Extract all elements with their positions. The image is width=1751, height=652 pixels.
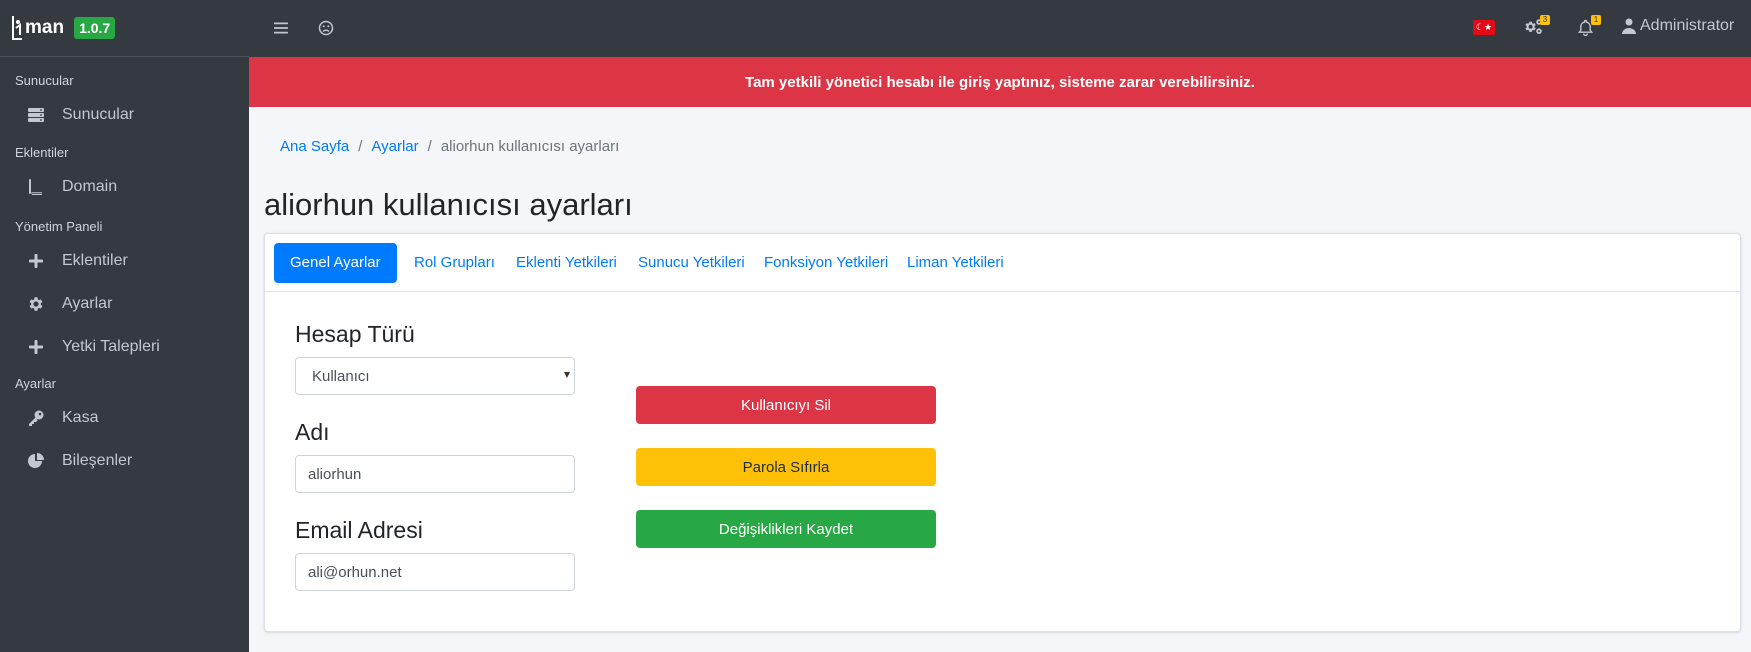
name-value: aliorhun	[308, 465, 362, 483]
sidebar-item-sunucular[interactable]: Sunucular	[0, 93, 249, 136]
breadcrumb-separator: /	[358, 138, 363, 155]
book-icon	[26, 177, 46, 197]
user-settings-card: Genel Ayarlar Rol Grupları Eklenti Yetki…	[264, 233, 1741, 632]
email-value: ali@orhun.net	[308, 563, 402, 581]
sidebar-item-label: Kasa	[62, 408, 99, 426]
breadcrumb-home-link[interactable]: Ana Sayfa	[280, 138, 349, 155]
tab-rol-gruplari[interactable]: Rol Grupları	[398, 243, 511, 283]
name-input[interactable]: aliorhun	[295, 455, 575, 493]
chevron-down-icon	[564, 372, 570, 378]
liman-logo-icon	[12, 16, 22, 40]
logo-text: man	[25, 17, 65, 38]
alert-text: Tam yetkili yönetici hesabı ile giriş ya…	[745, 73, 1255, 91]
server-icon	[26, 105, 46, 125]
sidebar-item-label: Yetki Talepleri	[62, 337, 160, 355]
nav-header-yonetim-paneli: Yönetim Paneli	[15, 219, 103, 234]
tab-genel-ayarlar[interactable]: Genel Ayarlar	[274, 243, 397, 283]
breadcrumb-settings-link[interactable]: Ayarlar	[371, 138, 418, 155]
notification-count-badge: 1	[1591, 15, 1601, 25]
account-type-label: Hesap Türü	[295, 321, 415, 347]
sidebar-item-eklentiler[interactable]: Eklentiler	[0, 239, 249, 282]
account-type-value: Kullanıcı	[312, 367, 370, 385]
brand[interactable]: man 1.0.7	[0, 0, 249, 57]
hamburger-menu-icon[interactable]	[271, 18, 291, 38]
liman-logo[interactable]: man	[10, 13, 64, 43]
sad-face-icon[interactable]	[316, 18, 336, 38]
email-input[interactable]: ali@orhun.net	[295, 553, 575, 591]
user-menu[interactable]: Administrator	[1622, 17, 1734, 35]
name-label: Adı	[295, 419, 330, 445]
breadcrumb-separator: /	[427, 138, 432, 155]
nav-header-sunucular: Sunucular	[15, 73, 74, 88]
email-label: Email Adresi	[295, 517, 423, 543]
sidebar-item-kasa[interactable]: Kasa	[0, 396, 249, 439]
sidebar-item-domain[interactable]: Domain	[0, 165, 249, 208]
save-changes-button[interactable]: Değişiklikleri Kaydet	[636, 510, 936, 548]
version-badge: 1.0.7	[74, 17, 116, 39]
sidebar-item-bilesenler[interactable]: Bileşenler	[0, 439, 249, 482]
tab-fonksiyon-yetkileri[interactable]: Fonksiyon Yetkileri	[748, 243, 904, 283]
tab-liman-yetkileri[interactable]: Liman Yetkileri	[891, 243, 1020, 283]
sidebar-item-yetki-talepleri[interactable]: Yetki Talepleri	[0, 325, 249, 368]
settings-gears-icon[interactable]: 3	[1524, 15, 1550, 37]
top-navbar: ☾★ 3 1 Administrator	[249, 0, 1751, 57]
sidebar-item-label: Eklentiler	[62, 251, 128, 269]
gear-icon	[26, 294, 46, 314]
admin-warning-alert: Tam yetkili yönetici hesabı ile giriş ya…	[249, 57, 1751, 107]
tab-bar: Genel Ayarlar Rol Grupları Eklenti Yetki…	[265, 234, 1740, 292]
breadcrumb: Ana Sayfa / Ayarlar / aliorhun kullanıcı…	[280, 138, 619, 155]
breadcrumb-current: aliorhun kullanıcısı ayarları	[440, 138, 620, 155]
reset-password-button[interactable]: Parola Sıfırla	[636, 448, 936, 486]
plus-icon	[26, 251, 46, 271]
sidebar-item-label: Domain	[62, 177, 118, 195]
sidebar: man 1.0.7 Sunucular Sunucular Eklentiler…	[0, 0, 249, 652]
key-icon	[26, 408, 46, 428]
page-title: aliorhun kullanıcısı ayarları	[264, 187, 633, 222]
sidebar-item-label: Sunucular	[62, 105, 135, 123]
nav-header-ayarlar: Ayarlar	[15, 376, 56, 391]
sidebar-item-label: Bileşenler	[62, 451, 133, 469]
user-icon	[1622, 18, 1636, 34]
nav-header-eklentiler: Eklentiler	[15, 145, 69, 160]
settings-count-badge: 3	[1540, 15, 1550, 25]
bell-icon[interactable]: 1	[1575, 15, 1601, 37]
account-type-select[interactable]: Kullanıcı	[295, 357, 575, 395]
sidebar-item-label: Ayarlar	[62, 294, 113, 312]
plus-icon	[26, 337, 46, 357]
flag-symbol: ☾★	[1475, 22, 1493, 32]
sidebar-item-ayarlar[interactable]: Ayarlar	[0, 282, 249, 325]
tab-eklenti-yetkileri[interactable]: Eklenti Yetkileri	[500, 243, 633, 283]
pie-chart-icon	[26, 451, 46, 471]
turkish-flag-icon[interactable]: ☾★	[1473, 20, 1495, 35]
user-name: Administrator	[1640, 17, 1735, 34]
delete-user-button[interactable]: Kullanıcıyı Sil	[636, 386, 936, 424]
tab-sunucu-yetkileri[interactable]: Sunucu Yetkileri	[622, 243, 761, 283]
